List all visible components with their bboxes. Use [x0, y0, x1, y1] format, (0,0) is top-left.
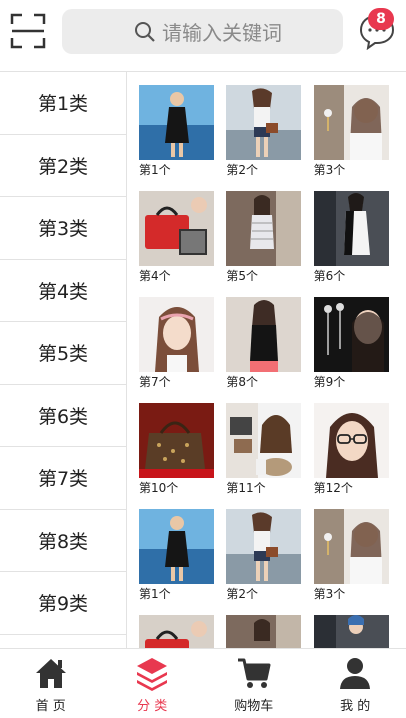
message-count-badge: 8 [368, 8, 394, 30]
sidebar-item-category-4[interactable]: 第4类 [0, 260, 126, 322]
product-label: 第3个 [313, 587, 346, 601]
product-image [139, 403, 214, 478]
search-icon [135, 21, 155, 42]
product-image [139, 297, 214, 372]
tab-cart-label: 购物车 [234, 699, 274, 714]
product-image [313, 403, 389, 478]
product-item[interactable]: 第8个 [226, 297, 313, 403]
tab-category-label: 分 类 [137, 699, 168, 714]
product-item[interactable]: 第9个 [313, 297, 401, 403]
product-label: 第3个 [313, 163, 346, 177]
sidebar-item-category-5[interactable]: 第5类 [0, 322, 126, 385]
product-label: 第9个 [313, 375, 346, 389]
search-placeholder: 请输入关键词 [162, 21, 282, 45]
sidebar-item-category-2[interactable]: 第2类 [0, 135, 126, 197]
product-item[interactable]: 第7个 [139, 297, 226, 403]
product-item[interactable] [139, 615, 226, 648]
product-grid: 第1个 第2个 第3个 第4个 第5个 第6个 第7个 第8个 第9个 第10个… [139, 85, 401, 648]
product-item[interactable]: 第5个 [226, 191, 313, 297]
sidebar-item-category-6[interactable]: 第6类 [0, 385, 126, 447]
product-image [226, 509, 302, 584]
product-item[interactable]: 第12个 [313, 403, 401, 509]
product-item[interactable] [226, 615, 313, 648]
product-image [226, 191, 302, 266]
tab-cart[interactable]: 购物车 [203, 649, 305, 718]
product-label: 第11个 [226, 481, 266, 495]
product-image [139, 509, 214, 584]
bottom-tab-bar: 首 页 分 类 购物车 我 的 [0, 648, 406, 718]
product-label: 第5个 [226, 269, 258, 283]
product-image [139, 85, 214, 160]
product-image [313, 509, 389, 584]
scan-icon[interactable] [10, 12, 46, 50]
tab-home-label: 首 页 [35, 699, 66, 714]
product-label: 第6个 [313, 269, 346, 283]
product-item[interactable]: 第4个 [139, 191, 226, 297]
product-label: 第2个 [226, 587, 258, 601]
product-item[interactable] [313, 615, 401, 648]
tab-category[interactable]: 分 类 [102, 649, 204, 718]
product-image [226, 615, 302, 648]
product-label: 第2个 [226, 163, 258, 177]
home-icon [35, 659, 66, 688]
product-image [139, 615, 214, 648]
user-icon [340, 658, 371, 689]
product-label: 第1个 [139, 163, 171, 177]
sidebar-item-category-8[interactable]: 第8类 [0, 510, 126, 572]
product-item[interactable]: 第11个 [226, 403, 313, 509]
product-item[interactable]: 第1个 [139, 85, 226, 191]
sidebar-item-category-10[interactable] [0, 635, 126, 649]
product-label: 第7个 [139, 375, 171, 389]
product-label: 第8个 [226, 375, 258, 389]
sidebar-item-category-1[interactable]: 第1类 [0, 72, 126, 135]
product-image [226, 85, 302, 160]
product-label: 第1个 [139, 587, 171, 601]
product-label: 第12个 [313, 481, 353, 495]
category-layers-icon [137, 658, 168, 691]
tab-profile-label: 我 的 [340, 699, 371, 714]
product-item[interactable]: 第2个 [226, 85, 313, 191]
cart-icon [237, 658, 271, 688]
search-bar[interactable]: 请输入关键词 [62, 9, 343, 54]
product-label: 第4个 [139, 269, 171, 283]
top-header: 请输入关键词 8 [0, 0, 406, 72]
sidebar-item-category-7[interactable]: 第7类 [0, 447, 126, 510]
product-image [226, 297, 302, 372]
sidebar-item-category-9[interactable]: 第9类 [0, 572, 126, 635]
category-sidebar: 第1类 第2类 第3类 第4类 第5类 第6类 第7类 第8类 第9类 [0, 72, 127, 648]
product-item[interactable]: 第6个 [313, 191, 401, 297]
product-item[interactable]: 第10个 [139, 403, 226, 509]
product-image [313, 85, 389, 160]
product-image [313, 297, 389, 372]
product-label: 第10个 [139, 481, 179, 495]
product-item[interactable]: 第3个 [313, 85, 401, 191]
product-image [139, 191, 214, 266]
product-item[interactable]: 第2个 [226, 509, 313, 615]
product-image [313, 191, 389, 266]
product-item[interactable]: 第3个 [313, 509, 401, 615]
tab-home[interactable]: 首 页 [0, 649, 102, 718]
tab-profile[interactable]: 我 的 [305, 649, 406, 718]
product-image [313, 615, 389, 648]
sidebar-item-category-3[interactable]: 第3类 [0, 197, 126, 260]
product-image [226, 403, 302, 478]
product-item[interactable]: 第1个 [139, 509, 226, 615]
